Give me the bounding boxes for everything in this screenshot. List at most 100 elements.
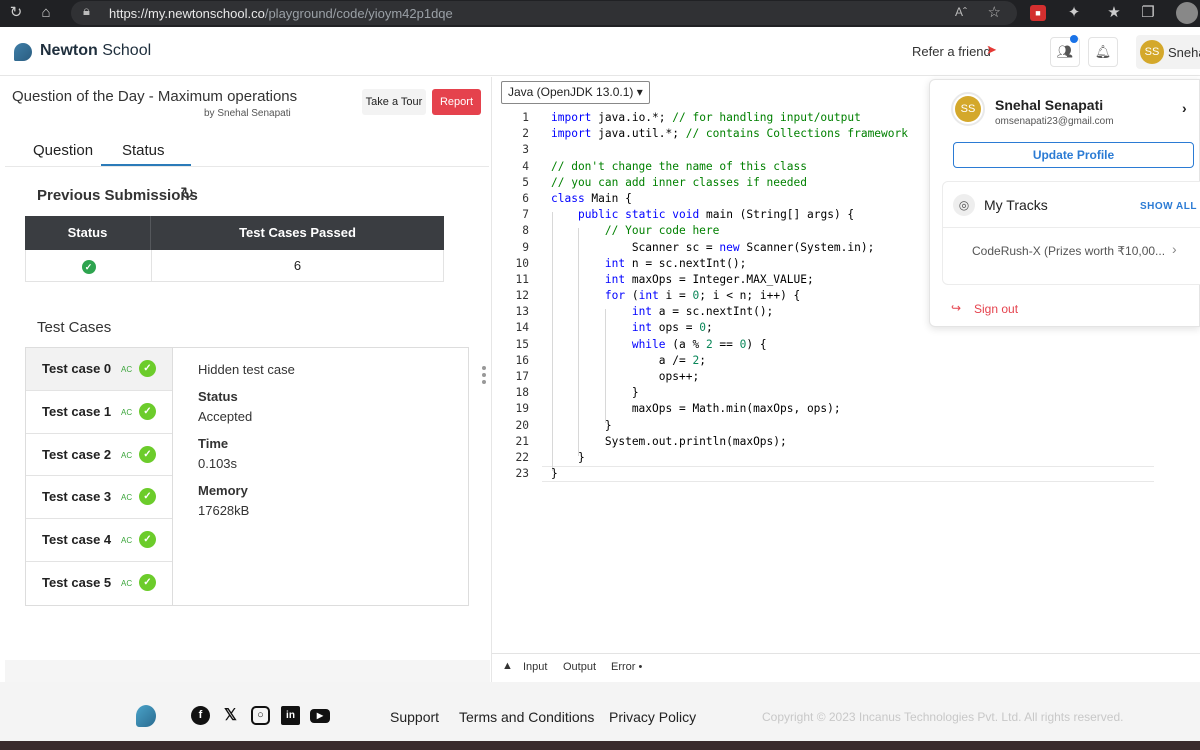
code-text: } xyxy=(551,386,639,400)
active-tab-indicator xyxy=(101,164,191,166)
code-line[interactable]: 16 a /= 2; xyxy=(492,353,1200,369)
code-line[interactable]: 21 System.out.println(maxOps); xyxy=(492,434,1200,450)
line-number: 13 xyxy=(515,305,529,319)
code-line[interactable]: 19 maxOps = Math.min(maxOps, ops); xyxy=(492,401,1200,417)
browser-toolbar: ↻ ⌂ 🔒︎ https://my.newtonschool.co/playgr… xyxy=(0,0,1200,27)
avatar: SS xyxy=(955,96,981,122)
browser-profile-icon[interactable] xyxy=(1176,2,1198,24)
memory-value: 17628kB xyxy=(198,503,250,518)
sign-out-link[interactable]: Sign out xyxy=(974,302,1018,316)
rocket-icon: ➤ xyxy=(986,42,997,57)
url-text: https://my.newtonschool.co/playground/co… xyxy=(109,6,453,21)
check-circle-icon: ✓ xyxy=(139,488,156,506)
resize-handle[interactable] xyxy=(481,366,487,390)
bell-icon[interactable]: 🔔︎ xyxy=(1088,37,1118,67)
tab-error[interactable]: Error • xyxy=(611,661,642,673)
refresh-icon[interactable]: ↻ xyxy=(180,184,194,204)
code-line[interactable]: 22 } xyxy=(492,450,1200,466)
favorite-icon[interactable]: ☆ xyxy=(988,3,1001,21)
code-text: // you can add inner classes if needed xyxy=(551,175,807,189)
code-line[interactable]: 18 } xyxy=(492,385,1200,401)
reload-icon[interactable]: ↻ xyxy=(6,3,26,23)
take-tour-button[interactable]: Take a Tour xyxy=(362,89,426,115)
footer-link-support[interactable]: Support xyxy=(390,709,439,725)
home-icon[interactable]: ⌂ xyxy=(36,3,56,23)
linkedin-icon[interactable]: in xyxy=(281,706,300,725)
left-panel-bottom-bar xyxy=(5,660,490,682)
code-line[interactable]: 15 while (a % 2 == 0) { xyxy=(492,337,1200,353)
line-number: 16 xyxy=(515,353,529,367)
chevron-right-icon[interactable]: › xyxy=(1172,241,1177,257)
os-taskbar xyxy=(0,741,1200,750)
tab-input[interactable]: Input xyxy=(523,661,547,673)
time-value: 0.103s xyxy=(198,456,238,471)
problem-tabs: Question Status xyxy=(5,132,489,167)
facebook-icon[interactable]: f xyxy=(191,706,210,725)
code-line[interactable]: 17 ops++; xyxy=(492,369,1200,385)
line-number: 23 xyxy=(515,467,529,481)
line-number: 5 xyxy=(522,175,529,189)
read-aloud-icon[interactable]: Aˆ xyxy=(955,5,967,19)
code-text: a /= 2; xyxy=(551,353,706,367)
footer-link-terms[interactable]: Terms and Conditions xyxy=(459,709,594,725)
code-line[interactable]: 20 } xyxy=(492,418,1200,434)
tab-output[interactable]: Output xyxy=(563,661,596,673)
status-badge: AC xyxy=(121,407,133,417)
site-logo-text[interactable]: Newton School xyxy=(40,42,151,60)
extension-icon[interactable]: ■ xyxy=(1030,5,1046,21)
update-profile-button[interactable]: Update Profile xyxy=(953,142,1194,168)
refer-friend-link[interactable]: Refer a friend xyxy=(912,44,991,59)
line-number: 9 xyxy=(522,240,529,254)
test-case-item-2[interactable]: Test case 2 AC ✓ xyxy=(26,434,172,477)
user-menu-button[interactable]: SS Sneha xyxy=(1136,35,1200,69)
my-tracks-title: My Tracks xyxy=(984,197,1048,213)
status-cell: ✓ xyxy=(26,250,152,281)
code-line[interactable]: 23} xyxy=(492,466,1200,482)
code-text: } xyxy=(551,450,585,464)
chevron-right-icon[interactable]: › xyxy=(1182,100,1187,116)
profile-name[interactable]: Snehal Senapati xyxy=(995,97,1103,113)
youtube-icon[interactable]: ▶ xyxy=(310,709,330,723)
line-number: 2 xyxy=(522,127,529,141)
code-text: // don't change the name of this class xyxy=(551,159,807,173)
twitter-icon[interactable]: 𝕏 xyxy=(221,706,240,725)
status-badge: AC xyxy=(121,536,133,546)
code-text: import java.util.*; // contains Collecti… xyxy=(551,127,908,141)
author-line: by Snehal Senapati xyxy=(204,108,291,119)
test-case-item-5[interactable]: Test case 5 AC ✓ xyxy=(26,562,172,605)
submissions-table: Status Test Cases Passed ✓ 6 xyxy=(25,216,444,282)
extensions-puzzle-icon[interactable]: ✦ xyxy=(1064,3,1084,23)
chevron-up-icon[interactable]: ▲ xyxy=(502,660,513,672)
language-select[interactable]: Java (OpenJDK 13.0.1) ▾ xyxy=(501,81,650,104)
instagram-icon[interactable]: ○ xyxy=(251,706,270,725)
footer-link-privacy[interactable]: Privacy Policy xyxy=(609,709,696,725)
address-bar[interactable]: 🔒︎ https://my.newtonschool.co/playground… xyxy=(71,1,1017,25)
newton-logo-icon[interactable] xyxy=(14,43,32,61)
code-text: int maxOps = Integer.MAX_VALUE; xyxy=(604,272,814,286)
column-header-status: Status xyxy=(25,216,151,250)
status-label: Status xyxy=(198,389,238,404)
my-tracks-card: ◎ My Tracks SHOW ALL CodeRush-X (Prizes … xyxy=(942,181,1200,285)
line-number: 11 xyxy=(515,272,529,286)
test-case-item-1[interactable]: Test case 1 AC ✓ xyxy=(26,391,172,434)
passed-cell: 6 xyxy=(293,258,302,273)
status-badge: AC xyxy=(121,578,133,588)
tab-question[interactable]: Question xyxy=(33,142,93,159)
report-button[interactable]: Report xyxy=(432,89,481,115)
favorites-icon[interactable]: ★ xyxy=(1104,3,1124,23)
test-case-item-3[interactable]: Test case 3 AC ✓ xyxy=(26,476,172,520)
test-case-item-4[interactable]: Test case 4 AC ✓ xyxy=(26,519,172,562)
code-text: Scanner sc = new Scanner(System.in); xyxy=(551,240,875,254)
line-number: 7 xyxy=(522,208,529,222)
collections-icon[interactable]: ❐ xyxy=(1138,3,1158,23)
show-all-link[interactable]: SHOW ALL xyxy=(1140,201,1197,212)
track-item[interactable]: CodeRush-X (Prizes worth ₹10,00... xyxy=(972,244,1165,258)
code-text: while (a % 2 == 0) { xyxy=(631,337,767,351)
table-row[interactable]: ✓ 6 xyxy=(25,250,444,282)
tab-status[interactable]: Status xyxy=(122,142,165,159)
avatar: SS xyxy=(1140,40,1164,64)
sign-out-icon[interactable]: ↪ xyxy=(951,301,961,315)
line-number: 21 xyxy=(515,434,529,448)
newton-logo-icon[interactable] xyxy=(136,705,156,727)
test-case-item-0[interactable]: Test case 0 AC ✓ xyxy=(26,348,172,391)
